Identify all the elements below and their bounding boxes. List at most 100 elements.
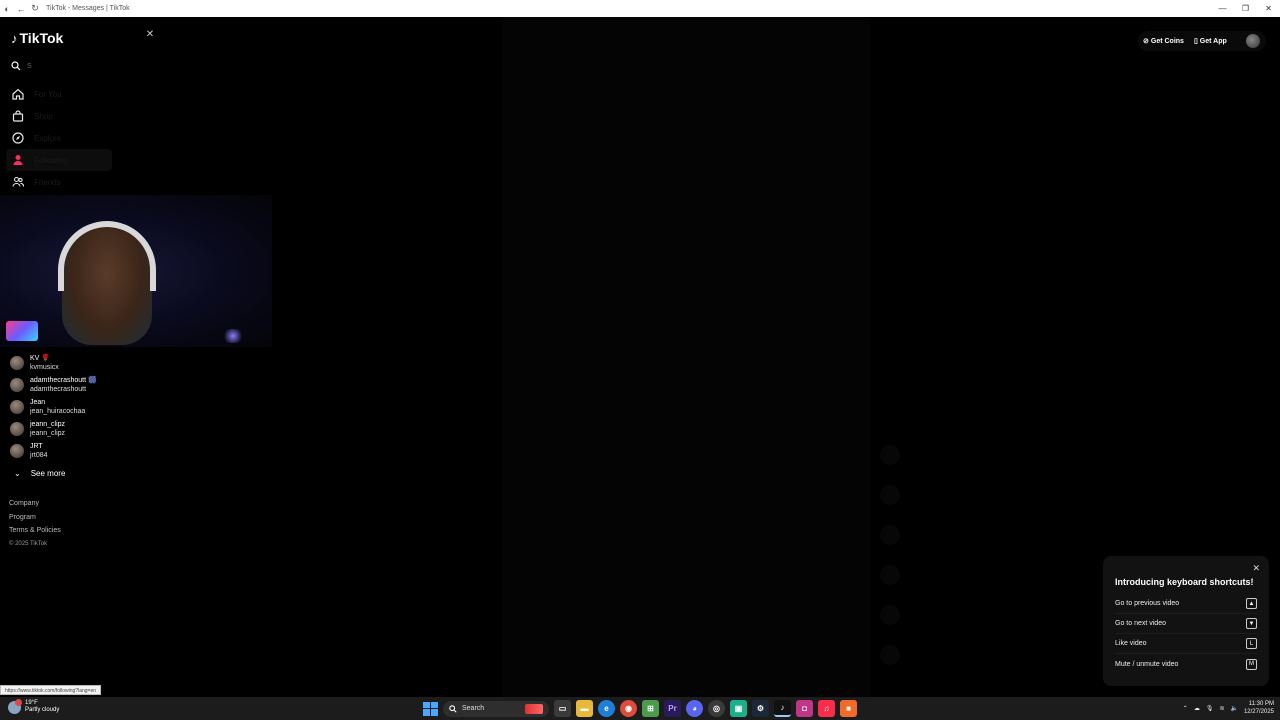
see-more-button[interactable]: ⌄ See more [10,464,140,482]
list-item[interactable]: jeann_clipz jeann_clipz [10,418,140,440]
clock-time: 11:30 PM [1248,701,1274,707]
search-icon [11,61,21,71]
account-handle: jeann_clipz [30,430,66,437]
key-l-icon: L [1246,638,1257,649]
premiere-icon[interactable]: Pr [664,700,681,717]
sidebar: ♪ TikTok ✕ S For You Shop Explore Follow… [0,17,272,697]
mic-icon[interactable]: 🎙 [1206,705,1214,712]
sidebar-nav: For You Shop Explore Following Friends [6,83,112,193]
close-icon[interactable]: ✕ [144,29,156,41]
obs-icon[interactable]: ◎ [708,700,725,717]
list-item[interactable]: JRT jrt084 [10,440,140,462]
video-player[interactable] [502,17,870,697]
back-icon[interactable]: ← [14,2,28,16]
tiktok-logo[interactable]: ♪ TikTok [11,30,63,46]
shortcut-label: Go to previous video [1115,600,1180,607]
steam-icon[interactable]: ⚙ [752,700,769,717]
shortcut-row: Go to previous video ▲ [1115,594,1257,614]
restore-icon[interactable]: ❐ [1234,0,1257,17]
close-icon[interactable]: ✕ [1252,563,1260,574]
footer-link-terms[interactable]: Terms & Policies [9,524,61,538]
weather-icon [8,698,22,714]
taskbar-search[interactable]: Search [443,700,549,717]
app-orange-icon[interactable]: ■ [840,700,857,717]
get-coins-label: Get Coins [1150,37,1184,45]
avatar[interactable] [1246,34,1260,48]
headphones-icon [58,221,156,291]
account-display-name: JRT [30,443,43,450]
header-actions: ⊘ Get Coins ▯ Get App [1138,31,1266,51]
coin-icon: ⊘ [1143,38,1149,45]
status-url-tooltip: https://www.tiktok.com/following?lang=en [0,685,102,695]
volume-icon[interactable]: 🔈 [1230,705,1237,712]
get-app-button[interactable]: ▯ Get App [1189,37,1232,46]
following-icon [11,154,24,167]
music-disc-icon[interactable] [880,645,900,665]
sidebar-item-following[interactable]: Following [6,149,112,171]
sidebar-item-shop[interactable]: Shop [6,105,112,127]
app-green-icon[interactable]: ▣ [730,700,747,717]
wifi-icon[interactable]: ≋ [1219,705,1224,712]
following-accounts-list: KV 🌹 kvmusicx adamthecrashoutt 🎆 adamthecr… [10,352,140,482]
discord-icon[interactable]: ◕ [686,700,703,717]
chrome-icon[interactable]: ◉ [620,700,637,717]
like-icon[interactable] [880,445,900,465]
avatar [10,444,24,458]
sidebar-item-friends[interactable]: Friends [6,171,112,193]
instagram-icon[interactable]: ◘ [796,700,813,717]
account-display-name: adamthecrashoutt 🎆 [30,377,97,384]
get-coins-button[interactable]: ⊘ Get Coins [1138,37,1189,46]
close-window-icon[interactable]: ✕ [1257,0,1280,17]
music-icon[interactable]: ♫ [818,700,835,717]
account-display-name: Jean [30,399,46,406]
friends-icon [11,176,24,189]
edge-icon[interactable]: e [598,700,615,717]
key-m-icon: M [1246,658,1257,670]
footer-link-program[interactable]: Program [9,511,61,525]
taskbar-search-label: Search [462,705,485,712]
notification-badge [15,698,22,706]
sidebar-item-label: Explore [34,133,62,143]
footer-link-company[interactable]: Company [9,497,61,511]
live-video-preview[interactable] [0,195,272,347]
shortcut-row: Like video L [1115,634,1257,654]
windows-taskbar: 19°F Partly cloudy Search ▭ ▬ e ◉ ⊞ Pr ◕… [0,697,1280,720]
taskbar-apps: Search ▭ ▬ e ◉ ⊞ Pr ◕ ◎ ▣ ⚙ ♪ ◘ ♫ ■ [422,700,857,717]
shortcut-row: Mute / unmute video M [1115,654,1257,674]
shortcut-row: Go to next video ▼ [1115,614,1257,634]
tiktok-note-icon: ♪ [11,30,18,46]
browser-menu-icon[interactable]: ◐ [0,2,14,16]
task-view-icon[interactable]: ▭ [554,700,571,717]
weather-temp: 19°F [25,700,38,706]
shortcuts-popup: ✕ Introducing keyboard shortcuts! Go to … [1103,556,1269,686]
avatar [10,378,24,392]
comment-icon[interactable] [880,485,900,505]
account-handle: kvmusicx [30,364,59,371]
store-icon[interactable]: ⊞ [642,700,659,717]
reload-icon[interactable]: ↻ [28,2,42,16]
sidebar-item-label: Friends [34,177,61,187]
search-input[interactable]: S [11,59,131,73]
shortcut-label: Like video [1115,640,1147,647]
list-item[interactable]: adamthecrashoutt 🎆 adamthecrashoutt [10,374,140,396]
clock[interactable]: 11:30 PM 12/27/2025 [1244,700,1274,716]
sidebar-item-explore[interactable]: Explore [6,127,112,149]
avatar [10,422,24,436]
cloud-icon[interactable]: ☁ [1194,705,1200,712]
minimize-icon[interactable]: — [1211,0,1234,17]
more-icon[interactable] [880,605,900,625]
chevron-up-icon[interactable]: ⌃ [1183,705,1188,712]
weather-widget[interactable]: 19°F Partly cloudy [8,698,59,714]
phone-icon: ▯ [1193,38,1198,45]
list-item[interactable]: KV 🌹 kvmusicx [10,352,140,374]
start-button[interactable] [422,701,438,717]
share-icon[interactable] [880,565,900,585]
sidebar-footer: Company Program Terms & Policies © 2025 … [9,497,61,551]
neon-light [6,321,38,341]
tiktok-taskbar-icon[interactable]: ♪ [774,700,791,717]
list-item[interactable]: Jean jean_huiracochaa [10,396,140,418]
bookmark-icon[interactable] [880,525,900,545]
file-explorer-icon[interactable]: ▬ [576,700,593,717]
sidebar-item-for-you[interactable]: For You [6,83,112,105]
sidebar-item-label: Shop [34,111,53,121]
